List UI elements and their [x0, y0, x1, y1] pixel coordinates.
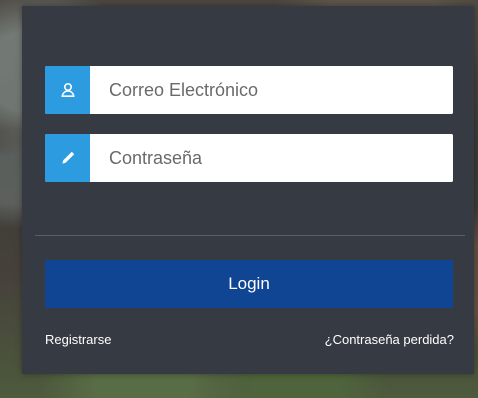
login-panel: Login Registrarse ¿Contraseña perdida?: [22, 6, 474, 374]
login-button[interactable]: Login: [45, 260, 453, 308]
divider: [35, 235, 465, 236]
pencil-icon: [45, 134, 90, 182]
password-field: [45, 134, 453, 182]
password-input[interactable]: [90, 134, 453, 182]
email-input[interactable]: [90, 66, 453, 114]
lost-password-link[interactable]: ¿Contraseña perdida?: [325, 332, 454, 347]
user-icon: [45, 66, 90, 114]
email-field: [45, 66, 453, 114]
register-link[interactable]: Registrarse: [45, 332, 111, 347]
